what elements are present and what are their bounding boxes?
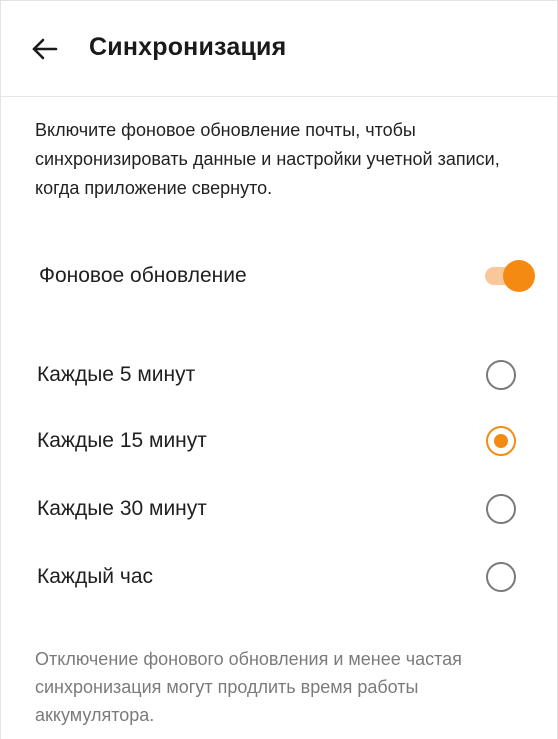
interval-option-30-min[interactable]: Каждые 30 минут <box>1 481 557 537</box>
interval-option-15-min[interactable]: Каждые 15 минут <box>1 413 557 469</box>
sync-settings-screen: Синхронизация Включите фоновое обновлени… <box>0 0 558 739</box>
radio-button-selected[interactable] <box>486 426 516 456</box>
interval-option-label: Каждые 5 минут <box>37 363 196 386</box>
background-refresh-label: Фоновое обновление <box>39 264 247 287</box>
radio-selected-dot <box>494 434 508 448</box>
interval-option-5-min[interactable]: Каждые 5 минут <box>1 347 557 403</box>
back-button[interactable] <box>25 29 65 69</box>
sync-description: Включите фоновое обновление почты, чтобы… <box>35 120 500 198</box>
interval-option-label: Каждые 30 минут <box>37 497 207 520</box>
app-bar: Синхронизация <box>1 1 557 97</box>
background-refresh-toggle[interactable] <box>483 258 535 294</box>
background-refresh-row[interactable]: Фоновое обновление <box>1 248 557 304</box>
arrow-left-icon <box>32 38 58 60</box>
radio-button[interactable] <box>486 562 516 592</box>
interval-option-label: Каждые 15 минут <box>37 429 207 452</box>
battery-footnote: Отключение фонового обновления и менее ч… <box>35 649 462 725</box>
radio-button[interactable] <box>486 360 516 390</box>
page-title: Синхронизация <box>89 33 287 61</box>
interval-option-label: Каждый час <box>37 565 153 588</box>
toggle-thumb <box>503 260 535 292</box>
interval-option-1-hour[interactable]: Каждый час <box>1 549 557 605</box>
radio-button[interactable] <box>486 494 516 524</box>
